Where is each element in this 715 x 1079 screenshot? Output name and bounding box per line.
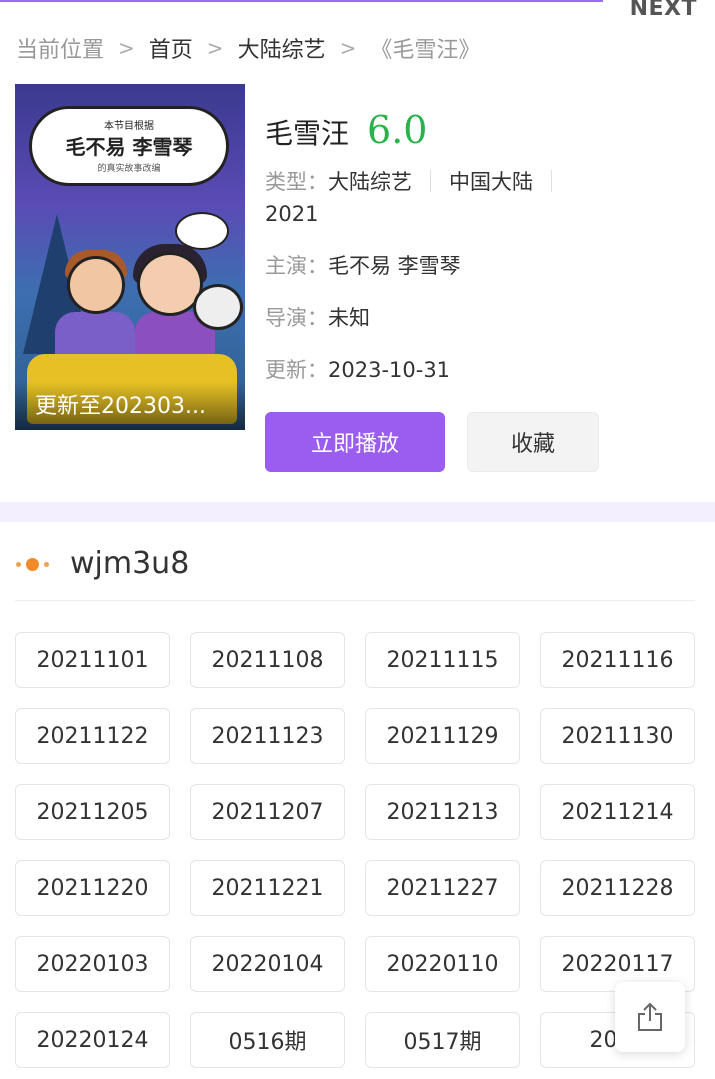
chevron-right-icon: >: [118, 36, 135, 60]
next-button[interactable]: NEXT: [630, 0, 697, 21]
updated-value: 2023-10-31: [328, 358, 451, 382]
breadcrumb-prefix: 当前位置: [16, 38, 105, 63]
episode-button[interactable]: 0517期: [365, 1012, 520, 1068]
show-score: 6.0: [367, 108, 428, 152]
episode-button[interactable]: 20211228: [540, 860, 695, 916]
episode-button[interactable]: 20220103: [15, 936, 170, 992]
type-row: 类型：大陆综艺 中国大陆 2021: [265, 166, 705, 230]
poster-cloud: 本节目根据 毛不易 李雪琴 的真实故事改编: [29, 106, 229, 186]
director-label: 导演：: [265, 306, 328, 330]
poster-image[interactable]: 本节目根据 毛不易 李雪琴 的真实故事改编 更新至202303...: [15, 84, 245, 430]
episode-list: 20211101 20211108 20211115 20211116 20211122…: [15, 632, 695, 1068]
progress-line: [0, 0, 603, 2]
director-value: 未知: [328, 306, 370, 330]
poster-cloud-names: 毛不易 李雪琴: [65, 135, 193, 159]
source-header: wjm3u8: [16, 546, 189, 581]
episode-button[interactable]: 20211108: [190, 632, 345, 688]
chevron-right-icon: >: [339, 36, 357, 60]
section-underline: [15, 600, 695, 601]
type-value[interactable]: 大陆综艺: [328, 170, 412, 194]
episode-button[interactable]: 20220124: [15, 1012, 170, 1068]
episode-button[interactable]: 20211207: [190, 784, 345, 840]
poster-update-text: 更新至202303...: [35, 394, 206, 419]
episode-button[interactable]: 20220104: [190, 936, 345, 992]
poster-cloud-top-text: 本节目根据: [104, 121, 154, 132]
favorite-button[interactable]: 收藏: [467, 412, 599, 472]
breadcrumb-current: 《毛雪汪》: [370, 38, 481, 63]
dots-icon: [16, 556, 52, 572]
action-buttons: 立即播放 收藏: [265, 412, 599, 472]
region-value[interactable]: 中国大陆: [449, 170, 533, 194]
show-title: 毛雪汪: [265, 117, 350, 150]
updated-row: 更新：2023-10-31: [265, 354, 705, 386]
breadcrumb-category-link[interactable]: 大陆综艺: [238, 32, 326, 64]
episode-button[interactable]: 0516期: [190, 1012, 345, 1068]
episode-button[interactable]: 20211220: [15, 860, 170, 916]
source-title[interactable]: wjm3u8: [70, 546, 189, 581]
episode-button[interactable]: 20211122: [15, 708, 170, 764]
share-icon: [638, 1002, 662, 1031]
section-divider: [0, 502, 715, 522]
year-value[interactable]: 2021: [265, 202, 318, 226]
episode-button[interactable]: 20211221: [190, 860, 345, 916]
episode-button[interactable]: 20220110: [365, 936, 520, 992]
updated-label: 更新：: [265, 358, 328, 382]
separator: [551, 170, 552, 192]
stars-label: 主演：: [265, 254, 328, 278]
director-row: 导演：未知: [265, 302, 705, 334]
show-info: 毛雪汪 6.0 类型：大陆综艺 中国大陆 2021 主演：毛不易 李雪琴 导演：未知…: [265, 108, 705, 386]
breadcrumb: 当前位置 > 首页 > 大陆综艺 > 《毛雪汪》: [16, 32, 480, 64]
stars-value[interactable]: 毛不易 李雪琴: [328, 254, 461, 278]
episode-button[interactable]: 20211214: [540, 784, 695, 840]
title-row: 毛雪汪 6.0: [265, 108, 705, 152]
episode-button[interactable]: 20211130: [540, 708, 695, 764]
episode-button[interactable]: 20211129: [365, 708, 520, 764]
separator: [430, 170, 431, 192]
episode-button[interactable]: 20211116: [540, 632, 695, 688]
episode-button[interactable]: 20211101: [15, 632, 170, 688]
share-button[interactable]: [615, 982, 685, 1052]
poster-cloud-sub-text: 的真实故事改编: [97, 164, 161, 174]
poster-character-face: [67, 256, 125, 314]
poster-dog: [193, 284, 243, 330]
episode-button[interactable]: 20211213: [365, 784, 520, 840]
episode-button[interactable]: 20211123: [190, 708, 345, 764]
chevron-right-icon: >: [206, 36, 224, 60]
stars-row: 主演：毛不易 李雪琴: [265, 250, 705, 282]
episode-button[interactable]: 20211205: [15, 784, 170, 840]
top-bar: NEXT: [0, 0, 715, 21]
play-button[interactable]: 立即播放: [265, 412, 445, 472]
type-label: 类型：: [265, 170, 328, 194]
episode-button[interactable]: 20211227: [365, 860, 520, 916]
episode-button[interactable]: 20211115: [365, 632, 520, 688]
breadcrumb-home-link[interactable]: 首页: [149, 32, 193, 64]
